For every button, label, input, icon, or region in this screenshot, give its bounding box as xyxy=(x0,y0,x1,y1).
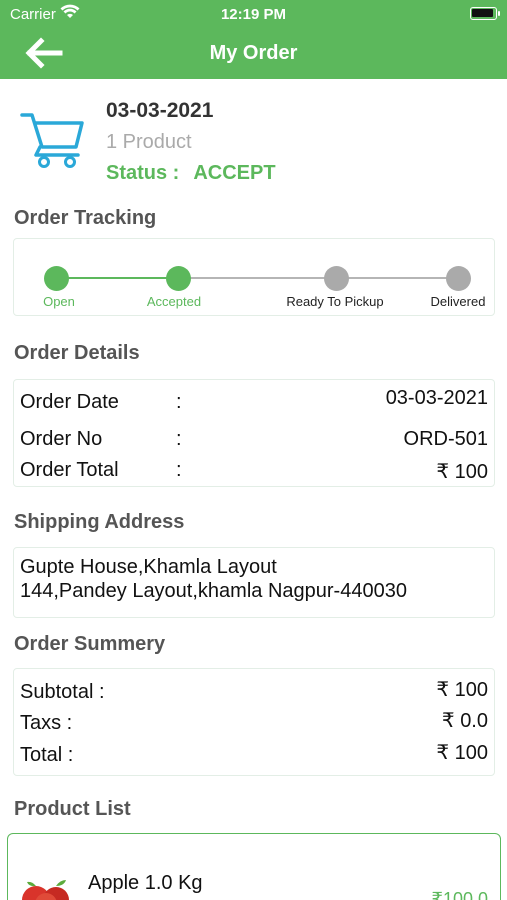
status-label: Status : xyxy=(106,162,180,184)
step-dot-delivered xyxy=(446,266,471,291)
step-dot-accepted xyxy=(166,266,191,291)
order-summary-card: Subtotal : ₹ 100 Taxs : ₹ 0.0 Total : ₹ … xyxy=(13,668,495,776)
detail-value: 03-03-2021 xyxy=(385,387,488,409)
order-tracking-card: Open Accepted Ready To Pickup Delivered xyxy=(13,238,495,316)
shipping-title: Shipping Address xyxy=(14,511,185,533)
summary-title: Order Summery xyxy=(14,633,166,655)
detail-colon: : xyxy=(176,391,182,413)
step-label-ready: Ready To Pickup xyxy=(286,294,384,309)
track-line-pending xyxy=(179,277,337,279)
track-line-done xyxy=(57,277,179,279)
detail-value: ₹ 100 xyxy=(436,461,488,483)
summary-value: ₹ 0.0 xyxy=(441,710,488,732)
order-date: 03-03-2021 xyxy=(106,99,214,122)
summary-label: Taxs : xyxy=(20,712,73,734)
address-line: 144,Pandey Layout,khamla Nagpur-440030 xyxy=(20,580,407,602)
page-title: My Order xyxy=(209,42,298,64)
order-header: 03-03-2021 1 Product Status : ACCEPT xyxy=(0,79,507,197)
clock: 12:19 PM xyxy=(220,6,287,23)
summary-value: ₹ 100 xyxy=(436,679,488,701)
battery-icon xyxy=(470,7,500,20)
step-dot-open xyxy=(44,266,69,291)
product-count: 1 Product xyxy=(106,131,192,153)
step-dot-ready xyxy=(324,266,349,291)
order-details-card: Order Date : 03-03-2021 Order No : ORD-5… xyxy=(13,379,495,487)
product-list-title: Product List xyxy=(14,798,131,820)
step-label-open: Open xyxy=(43,294,75,309)
detail-value: ORD-501 xyxy=(403,428,488,450)
summary-label: Total : xyxy=(20,744,74,766)
nav-bar: My Order xyxy=(0,28,507,79)
cart-icon xyxy=(20,113,84,168)
status-bar: Carrier 12:19 PM xyxy=(0,0,507,28)
order-status: Status : ACCEPT xyxy=(106,162,276,185)
product-price: ₹100.0 xyxy=(431,889,489,900)
detail-colon: : xyxy=(176,459,182,481)
address-line: Gupte House,Khamla Layout xyxy=(20,556,277,578)
detail-colon: : xyxy=(176,428,182,450)
tracking-title: Order Tracking xyxy=(14,207,157,229)
step-label-delivered: Delivered xyxy=(430,294,486,309)
track-line-pending xyxy=(337,277,459,279)
summary-label: Subtotal : xyxy=(20,681,105,703)
detail-label: Order No xyxy=(20,428,103,450)
step-label-accepted: Accepted xyxy=(146,294,202,309)
apple-icon xyxy=(22,880,69,900)
detail-label: Order Date xyxy=(20,391,119,413)
summary-value: ₹ 100 xyxy=(436,742,488,764)
detail-label: Order Total xyxy=(20,459,119,481)
shipping-address-card: Gupte House,Khamla Layout 144,Pandey Lay… xyxy=(13,547,495,618)
product-item[interactable]: Apple 1.0 Kg ₹100.0 xyxy=(7,833,501,900)
order-details-title: Order Details xyxy=(14,342,140,364)
product-name: Apple 1.0 Kg xyxy=(88,872,203,894)
status-value: ACCEPT xyxy=(193,162,276,184)
